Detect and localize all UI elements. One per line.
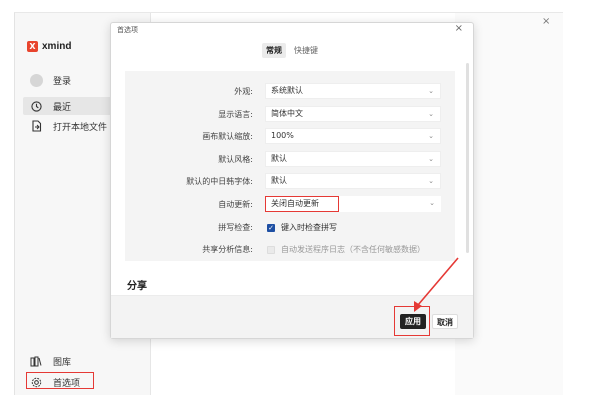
setting-label: 拼写检查: [218, 223, 253, 232]
setting-label: 画布默认缩放: [202, 132, 253, 141]
dialog-close-icon[interactable]: × [455, 23, 463, 34]
auto-update-value: 关闭自动更新 [265, 196, 339, 212]
checkbox-checked-icon: ✓ [267, 223, 275, 232]
checkbox-unchecked-icon [267, 245, 275, 254]
sidebar-item-label: 登录 [53, 76, 72, 87]
user-icon [29, 73, 43, 87]
settings-panel: 外观: 系统默认 ⌄ 显示语言: 简体中文 ⌄ 画布默认缩放: 100% ⌄ 默… [125, 71, 455, 261]
appearance-select[interactable]: 系统默认 ⌄ [265, 83, 441, 99]
sidebar-item-label: 最近 [53, 102, 72, 113]
analytics-checkbox[interactable]: 自动发送程序日志（不含任何敏感数据） [267, 244, 425, 255]
setting-label: 显示语言: [218, 110, 253, 119]
open-file-icon [29, 119, 43, 133]
setting-row-analytics: 共享分析信息: 自动发送程序日志（不含任何敏感数据） [125, 241, 455, 257]
scrollbar[interactable] [466, 63, 469, 253]
tab-bar: 常规 快捷键 [111, 43, 473, 58]
preferences-dialog: 首选项 × 常规 快捷键 外观: 系统默认 ⌄ 显示语言: 简体中文 ⌄ 画布默… [110, 22, 474, 339]
share-heading: 分享 [127, 281, 147, 292]
chevron-down-icon: ⌄ [428, 177, 434, 185]
tab-shortcuts[interactable]: 快捷键 [290, 43, 322, 58]
spellcheck-checkbox[interactable]: ✓ 键入时检查拼写 [267, 222, 337, 233]
chevron-down-icon: ⌄ [429, 199, 435, 207]
dialog-footer: 应用 取消 [111, 295, 473, 338]
setting-row-spellcheck: 拼写检查: ✓ 键入时检查拼写 [125, 219, 455, 235]
app-logo: X xmind [27, 41, 71, 52]
setting-row-style: 默认风格: 默认 ⌄ [125, 151, 455, 167]
clock-icon [29, 99, 43, 113]
chevron-down-icon: ⌄ [428, 87, 434, 95]
style-select[interactable]: 默认 ⌄ [265, 151, 441, 167]
dialog-title: 首选项 [117, 26, 138, 34]
setting-row-language: 显示语言: 简体中文 ⌄ [125, 106, 455, 122]
xmind-logo-icon: X [27, 41, 38, 52]
setting-label: 默认风格: [218, 155, 253, 164]
language-select[interactable]: 简体中文 ⌄ [265, 106, 441, 122]
setting-label: 自动更新: [218, 200, 253, 209]
sidebar-item-label: 图库 [53, 357, 72, 368]
setting-row-appearance: 外观: 系统默认 ⌄ [125, 83, 455, 99]
setting-row-zoom: 画布默认缩放: 100% ⌄ [125, 128, 455, 144]
cancel-button[interactable]: 取消 [432, 314, 458, 329]
apply-button[interactable]: 应用 [400, 314, 426, 329]
tab-general[interactable]: 常规 [262, 43, 286, 58]
chevron-down-icon: ⌄ [428, 132, 434, 140]
zoom-select[interactable]: 100% ⌄ [265, 128, 441, 144]
chevron-down-icon: ⌄ [428, 110, 434, 118]
window-close-icon[interactable]: × [542, 16, 550, 27]
setting-label: 默认的中日韩字体: [186, 177, 253, 186]
chevron-down-icon: ⌄ [428, 155, 434, 163]
sidebar-item-label: 打开本地文件 [53, 122, 108, 133]
setting-label: 共享分析信息: [202, 245, 253, 254]
sidebar-item-library[interactable]: 图库 [23, 352, 141, 370]
annotation-box-preferences [26, 372, 94, 389]
cjk-font-select[interactable]: 默认 ⌄ [265, 173, 441, 189]
library-icon [29, 354, 43, 368]
setting-row-cjk-font: 默认的中日韩字体: 默认 ⌄ [125, 173, 455, 189]
setting-label: 外观: [234, 87, 253, 96]
setting-row-auto-update: 自动更新: ⌄ 关闭自动更新 [125, 196, 455, 212]
logo-text: xmind [42, 41, 72, 52]
